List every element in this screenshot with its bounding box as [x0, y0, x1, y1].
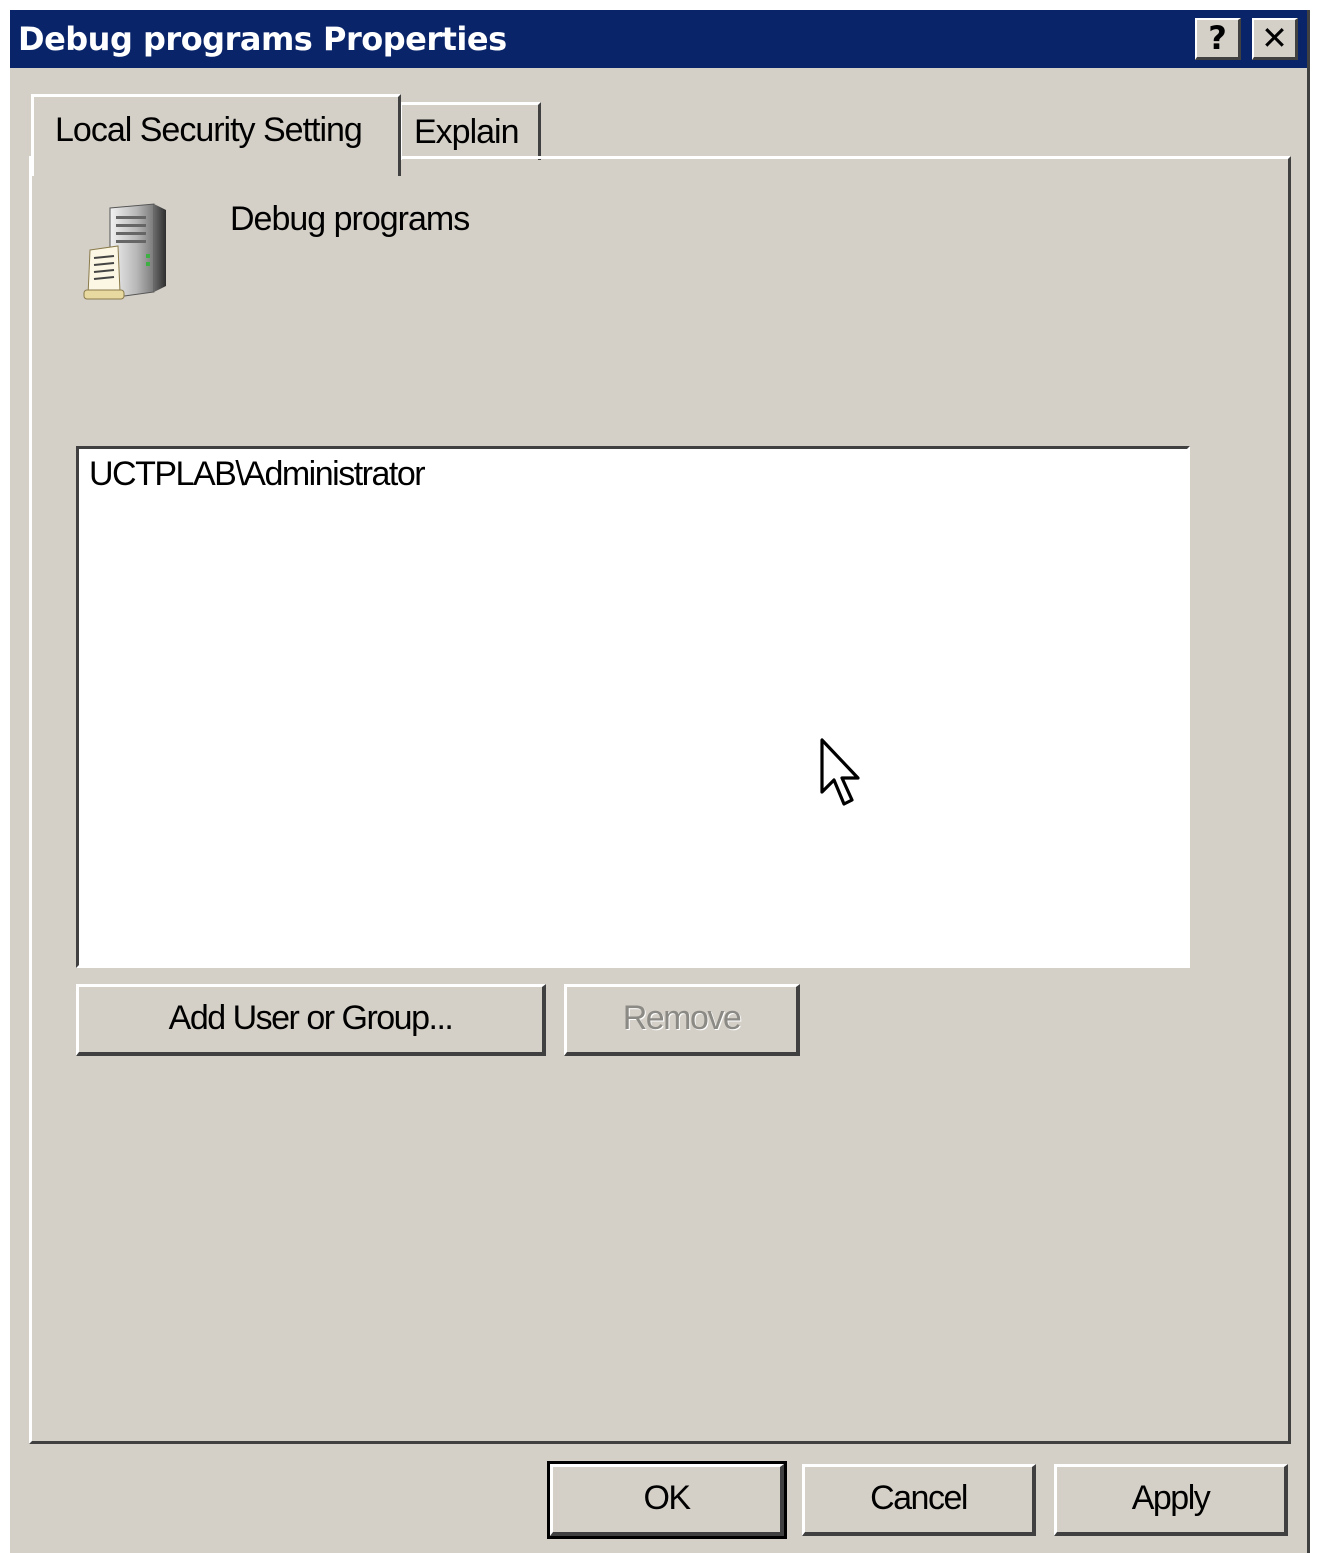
- add-user-or-group-button[interactable]: Add User or Group...: [76, 984, 546, 1056]
- cancel-button[interactable]: Cancel: [802, 1464, 1036, 1536]
- server-policy-icon: [83, 203, 166, 300]
- tab-label: Explain: [414, 113, 520, 151]
- title-bar[interactable]: Debug programs Properties ? ✕: [10, 10, 1307, 68]
- arrow-cursor-icon: [820, 738, 860, 806]
- close-button[interactable]: ✕: [1252, 18, 1298, 60]
- tab-explain[interactable]: Explain: [399, 102, 541, 160]
- apply-button[interactable]: Apply: [1054, 1464, 1288, 1536]
- list-item[interactable]: UCTPLAB\Administrator: [89, 455, 426, 494]
- help-button[interactable]: ?: [1195, 18, 1241, 60]
- window-title: Debug programs Properties: [18, 20, 507, 58]
- remove-button[interactable]: Remove: [564, 984, 800, 1056]
- ok-button[interactable]: OK: [547, 1461, 787, 1539]
- assigned-users-list[interactable]: UCTPLAB\Administrator: [76, 446, 1190, 968]
- policy-name: Debug programs: [230, 200, 470, 238]
- properties-dialog: Debug programs Properties ? ✕ Local Secu…: [10, 10, 1310, 1553]
- tab-label: Local Security Setting: [55, 111, 363, 149]
- tab-local-security-setting[interactable]: Local Security Setting: [31, 94, 401, 176]
